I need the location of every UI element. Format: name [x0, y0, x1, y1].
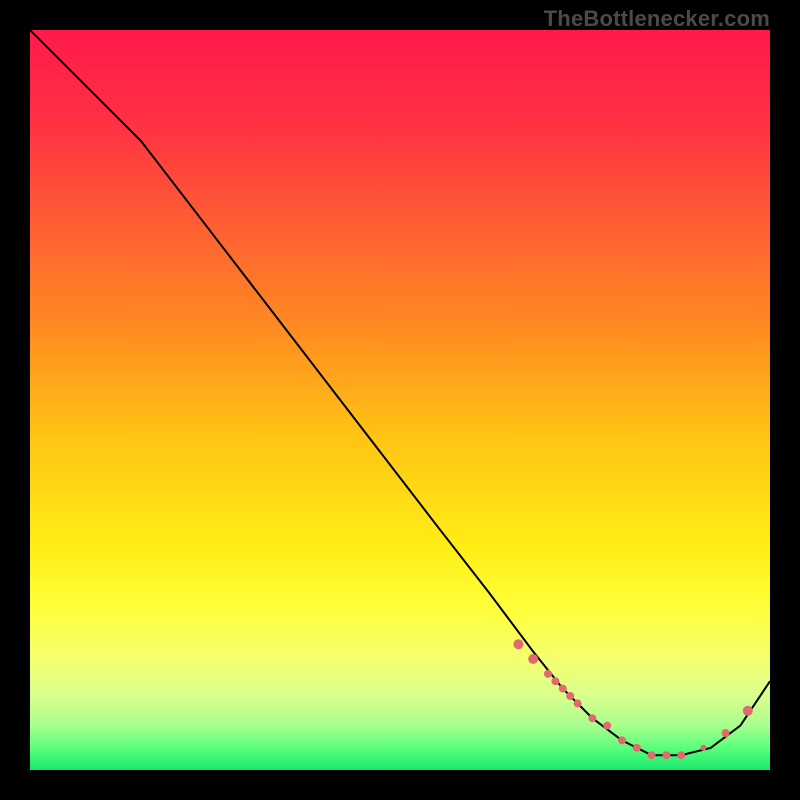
curve-marker — [677, 751, 685, 759]
curve-marker — [513, 639, 523, 649]
curve-marker — [528, 654, 538, 664]
curve-marker — [722, 729, 730, 737]
curve-marker — [566, 692, 574, 700]
curve-marker — [662, 751, 670, 759]
curve-marker — [544, 670, 552, 678]
curve-marker — [618, 736, 626, 744]
curve-marker — [588, 714, 596, 722]
curve-marker — [648, 751, 656, 759]
gradient-plot — [30, 30, 770, 770]
curve-marker — [574, 699, 582, 707]
chart-frame: TheBottlenecker.com — [0, 0, 800, 800]
curve-marker — [559, 685, 567, 693]
curve-marker — [743, 706, 753, 716]
curve-marker — [551, 677, 559, 685]
watermark-text: TheBottlenecker.com — [544, 6, 770, 32]
curve-marker — [700, 745, 706, 751]
curve-marker — [633, 744, 641, 752]
curve-marker — [603, 722, 611, 730]
